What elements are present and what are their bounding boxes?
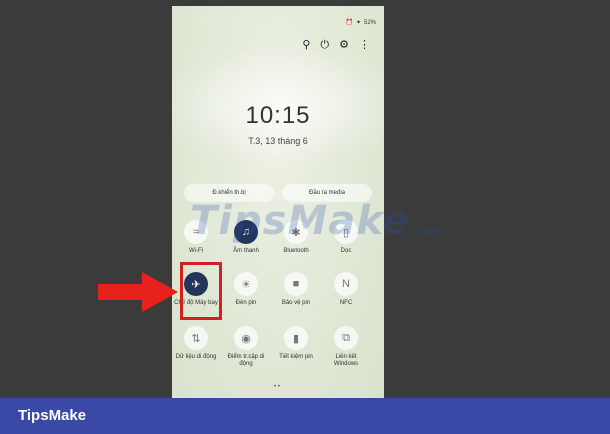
signal-icon: ✦ xyxy=(355,20,361,26)
tile-label: Điểm tr.cập di động xyxy=(227,354,265,368)
quick-panel-toolbar: ⚲ ⏻ ⚙ ⋮ xyxy=(302,40,370,51)
tile-flashlight[interactable]: ☀ Đèn pin xyxy=(224,272,268,307)
page-indicator: • • xyxy=(274,384,280,390)
lock-date: T.3, 13 tháng 6 xyxy=(248,136,308,146)
tile-label: NFC xyxy=(339,300,353,306)
tile-battery-saver[interactable]: ▮ Tiết kiệm pin xyxy=(274,326,318,361)
watermark: TipsMake.com xyxy=(190,198,445,244)
power-icon[interactable]: ⏻ xyxy=(320,40,329,51)
tile-link-windows[interactable]: ⧉ Liên kết Windows xyxy=(324,326,368,368)
tile-label: Dọc xyxy=(340,248,352,254)
link-windows-icon: ⧉ xyxy=(334,326,358,350)
hotspot-icon: ◉ xyxy=(234,326,258,350)
tile-label: Bảo vệ pin xyxy=(281,300,311,306)
footer-brand: TipsMake xyxy=(18,407,87,424)
tile-battery-protect[interactable]: ■ Bảo vệ pin xyxy=(274,272,318,307)
lock-clock: 10:15 xyxy=(245,102,311,129)
tile-label: Wi-Fi xyxy=(189,248,203,254)
alarm-icon: ⏰ xyxy=(345,20,353,26)
tile-label: Âm thanh xyxy=(233,248,259,254)
tile-label: Tiết kiệm pin xyxy=(279,354,313,360)
tile-hotspot[interactable]: ◉ Điểm tr.cập di động xyxy=(224,326,268,368)
airplane-mode-highlight xyxy=(180,262,222,320)
nfc-icon: N xyxy=(334,272,358,296)
tile-mobile-data[interactable]: ⇅ Dữ liệu di động xyxy=(174,326,218,361)
mobile-data-icon: ⇅ xyxy=(184,326,208,350)
tile-label: Đèn pin xyxy=(235,300,257,306)
battery-protect-icon: ■ xyxy=(284,272,308,296)
gear-icon[interactable]: ⚙ xyxy=(339,40,349,51)
tile-nfc[interactable]: N NFC xyxy=(324,272,368,307)
flashlight-icon: ☀ xyxy=(234,272,258,296)
battery-saver-icon: ▮ xyxy=(284,326,308,350)
tile-label: Bluetooth xyxy=(283,248,309,254)
status-bar: ⏰ ✦ 52% xyxy=(345,19,376,27)
battery-level: 52% xyxy=(363,19,376,26)
more-options-icon[interactable]: ⋮ xyxy=(359,40,370,51)
tile-label: Liên kết Windows xyxy=(333,354,359,368)
search-icon[interactable]: ⚲ xyxy=(302,40,310,51)
footer-bar xyxy=(0,398,610,434)
tile-label: Dữ liệu di động xyxy=(175,354,217,360)
pointer-arrow xyxy=(98,272,178,312)
